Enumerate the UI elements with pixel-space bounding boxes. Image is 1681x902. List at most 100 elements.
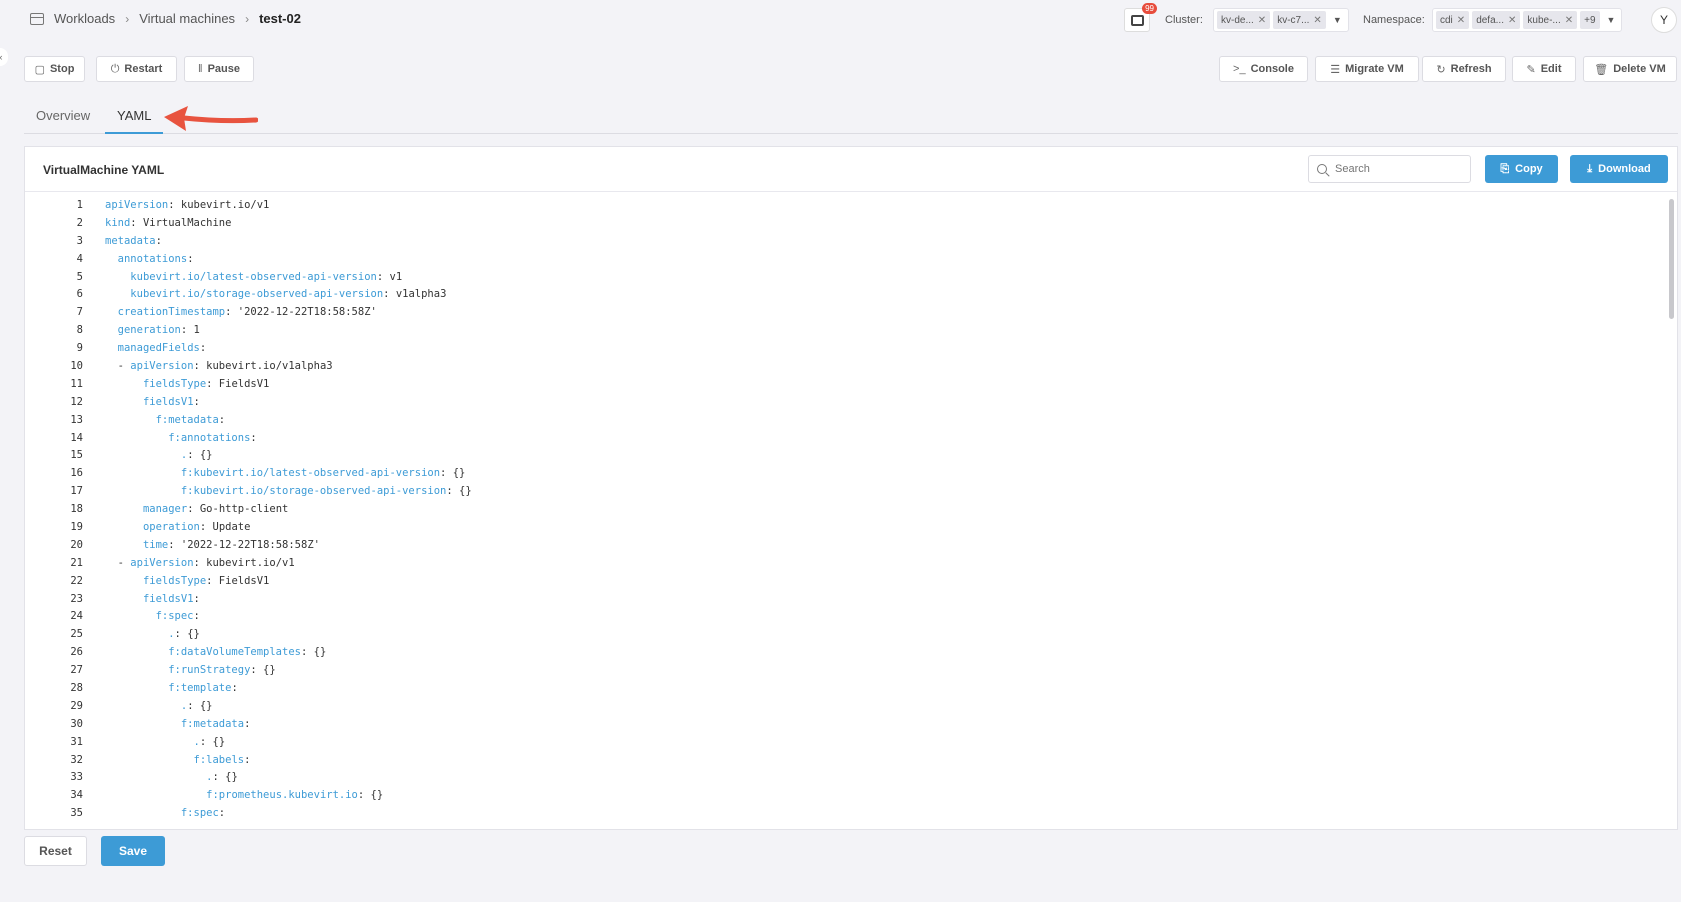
cluster-select[interactable]: kv-de... ✕ kv-c7... ✕ ▼ xyxy=(1213,8,1349,32)
chip-label: defa... xyxy=(1476,14,1504,26)
save-button[interactable]: Save xyxy=(101,836,165,866)
code-text: generation: 1 xyxy=(117,324,200,337)
line-number: 27 xyxy=(70,664,83,677)
yaml-value: v1alpha3 xyxy=(389,288,447,301)
yaml-value: Update xyxy=(206,520,251,533)
tab-yaml[interactable]: YAML xyxy=(105,108,164,134)
code-text: f:template: xyxy=(168,681,238,694)
yaml-panel: VirtualMachine YAML ⎘ Copy ⤓ Download 1 api… xyxy=(24,146,1678,830)
breadcrumb-virtual-machines[interactable]: Virtual machines xyxy=(139,11,235,26)
code-text: - apiVersion: kubevirt.io/v1 xyxy=(105,556,295,569)
tab-bar: Overview YAML xyxy=(24,100,1678,134)
code-line: 4 annotations: xyxy=(25,250,1665,268)
yaml-key: kubevirt.io/storage-observed-api-version xyxy=(130,288,384,301)
line-number: 15 xyxy=(70,449,83,462)
code-text: kubevirt.io/latest-observed-api-version:… xyxy=(130,270,403,283)
stop-icon: ▢ xyxy=(34,63,45,76)
notification-badge: 99 xyxy=(1142,3,1157,14)
terminal-icon: >_ xyxy=(1233,63,1246,75)
code-text: .: {} xyxy=(180,699,213,712)
sidebar-toggle[interactable]: ‹ xyxy=(0,48,8,66)
yaml-key: f:metadata xyxy=(180,717,245,730)
refresh-button[interactable]: ↻ Refresh xyxy=(1422,56,1506,82)
yaml-value: {} xyxy=(256,664,276,677)
namespace-chip: defa... ✕ xyxy=(1472,11,1521,29)
scrollbar[interactable] xyxy=(1665,193,1677,829)
console-label: Console xyxy=(1250,63,1294,75)
download-button[interactable]: ⤓ Download xyxy=(1570,155,1668,183)
code-line: 19 operation: Update xyxy=(25,518,1665,536)
code-line: 12 fieldsV1: xyxy=(25,393,1665,411)
restart-button[interactable]: ⏻ Restart xyxy=(96,56,177,82)
line-number: 19 xyxy=(70,520,83,533)
close-icon[interactable]: ✕ xyxy=(1258,15,1266,26)
tab-overview[interactable]: Overview xyxy=(24,108,102,134)
close-icon[interactable]: ✕ xyxy=(1457,15,1465,26)
yaml-value: v1 xyxy=(383,270,403,283)
yaml-key: apiVersion xyxy=(130,556,194,569)
migrate-vm-button[interactable]: ☰ Migrate VM xyxy=(1315,56,1419,82)
line-number: 17 xyxy=(70,485,83,498)
code-line: 2 kind: VirtualMachine xyxy=(25,214,1665,232)
yaml-value: Go-http-client xyxy=(193,503,289,516)
yaml-value: kubevirt.io/v1 xyxy=(174,198,270,211)
reset-button[interactable]: Reset xyxy=(24,836,87,866)
yaml-key: operation xyxy=(142,520,200,533)
delete-vm-button[interactable]: 🗑 Delete VM xyxy=(1583,56,1677,82)
line-number: 23 xyxy=(70,592,83,605)
code-line: 33 .: {} xyxy=(25,769,1665,787)
download-label: Download xyxy=(1598,163,1651,175)
copy-button[interactable]: ⎘ Copy xyxy=(1485,155,1558,183)
notifications-button[interactable]: 99 xyxy=(1124,3,1157,32)
code-text: - apiVersion: kubevirt.io/v1alpha3 xyxy=(105,359,333,372)
close-icon[interactable]: ✕ xyxy=(1508,15,1516,26)
namespace-more-chip[interactable]: +9 xyxy=(1580,11,1600,29)
yaml-key: managedFields xyxy=(117,342,200,355)
download-icon: ⤓ xyxy=(1587,162,1593,175)
trash-icon: 🗑 xyxy=(1594,63,1609,76)
cluster-label: Cluster: xyxy=(1165,14,1203,26)
code-line: 34 f:prometheus.kubevirt.io: {} xyxy=(25,786,1665,804)
code-text: f:metadata: xyxy=(180,717,251,730)
search-box[interactable] xyxy=(1308,155,1471,183)
caret-down-icon[interactable]: ▼ xyxy=(1333,15,1342,25)
line-number: 30 xyxy=(70,717,83,730)
line-number: 31 xyxy=(70,735,83,748)
code-text: f:dataVolumeTemplates: {} xyxy=(168,646,327,659)
line-number: 16 xyxy=(70,467,83,480)
code-line: 1 apiVersion: kubevirt.io/v1 xyxy=(25,196,1665,214)
code-text: operation: Update xyxy=(142,520,251,533)
console-button[interactable]: >_ Console xyxy=(1219,56,1308,82)
stop-button[interactable]: ▢ Stop xyxy=(24,56,85,82)
restart-label: Restart xyxy=(124,63,163,75)
code-line: 25 .: {} xyxy=(25,625,1665,643)
breadcrumb-workloads[interactable]: Workloads xyxy=(54,11,115,26)
line-number: 18 xyxy=(70,503,83,516)
yaml-value: kubevirt.io/v1alpha3 xyxy=(199,359,333,372)
namespace-select[interactable]: cdi ✕ defa... ✕ kube-... ✕ +9 ▼ xyxy=(1432,8,1623,32)
line-number: 6 xyxy=(76,288,83,301)
close-icon[interactable]: ✕ xyxy=(1565,15,1573,26)
avatar[interactable]: Y xyxy=(1651,7,1677,33)
code-line: 7 creationTimestamp: '2022-12-22T18:58:5… xyxy=(25,303,1665,321)
yaml-value: {} xyxy=(193,699,213,712)
yaml-value: {} xyxy=(180,628,200,641)
yaml-editor[interactable]: 1 apiVersion: kubevirt.io/v1 2 kind: Virtua… xyxy=(25,193,1665,829)
code-line: 20 time: '2022-12-22T18:58:58Z' xyxy=(25,536,1665,554)
edit-button[interactable]: ✎ Edit xyxy=(1512,56,1576,82)
line-number: 32 xyxy=(70,753,83,766)
top-bar: Workloads › Virtual machines › test-02 9… xyxy=(0,0,1681,40)
pause-button[interactable]: ‖ Pause xyxy=(184,56,254,82)
namespace-chip: cdi ✕ xyxy=(1436,11,1470,29)
search-input[interactable] xyxy=(1335,163,1455,175)
caret-down-icon[interactable]: ▼ xyxy=(1607,15,1616,25)
line-number: 26 xyxy=(70,646,83,659)
close-icon[interactable]: ✕ xyxy=(1313,15,1321,26)
yaml-key: fieldsV1 xyxy=(142,395,194,408)
line-number: 5 xyxy=(76,270,83,283)
code-line: 6 kubevirt.io/storage-observed-api-versi… xyxy=(25,285,1665,303)
line-number: 2 xyxy=(76,216,83,229)
code-line: 13 f:metadata: xyxy=(25,411,1665,429)
code-line: 31 .: {} xyxy=(25,733,1665,751)
scrollbar-thumb[interactable] xyxy=(1669,199,1674,319)
